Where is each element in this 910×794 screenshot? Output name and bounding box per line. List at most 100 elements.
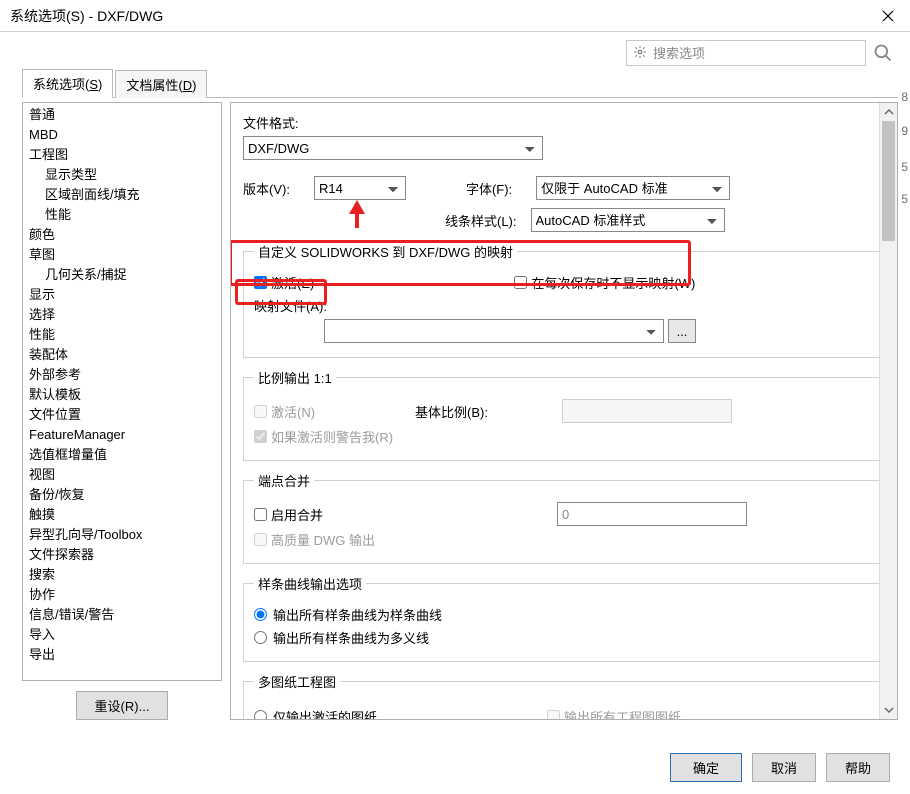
- search-box[interactable]: [626, 40, 866, 66]
- tree-item[interactable]: 异型孔向导/Toolbox: [23, 525, 221, 545]
- scale-warn-input[interactable]: [254, 430, 267, 443]
- tree-item[interactable]: FeatureManager: [23, 425, 221, 445]
- tree-item[interactable]: 导入: [23, 625, 221, 645]
- version-font-row: 版本(V): R14 字体(F): 仅限于 AutoCAD 标准: [243, 176, 885, 200]
- tree-item[interactable]: 装配体: [23, 345, 221, 365]
- tab-hotkey: S: [89, 77, 98, 92]
- close-button[interactable]: [866, 0, 910, 32]
- tree-item[interactable]: 触摸: [23, 505, 221, 525]
- tree-item[interactable]: 显示: [23, 285, 221, 305]
- tree-item[interactable]: MBD: [23, 125, 221, 145]
- multisheet-group: 多图纸工程图 仅输出激活的图纸 输出所有工程图图纸: [243, 672, 885, 720]
- scroll-up-button[interactable]: [880, 103, 897, 121]
- tree-item[interactable]: 默认模板: [23, 385, 221, 405]
- tree-item[interactable]: 显示类型: [23, 165, 221, 185]
- spline-opt2-label: 输出所有样条曲线为多义线: [273, 628, 429, 647]
- tree-item[interactable]: 选择: [23, 305, 221, 325]
- tree-item[interactable]: 性能: [23, 205, 221, 225]
- search-button[interactable]: [868, 40, 898, 66]
- scale-base-select[interactable]: [562, 399, 732, 423]
- close-icon: [882, 10, 894, 22]
- dialog-footer: 确定 取消 帮助: [670, 753, 890, 782]
- tree-item[interactable]: 视图: [23, 465, 221, 485]
- multisheet-row: 仅输出激活的图纸 输出所有工程图图纸: [254, 703, 874, 720]
- scale-base-label: 基体比例(B):: [415, 402, 488, 421]
- left-pane: 普通 MBD 工程图 显示类型 区域剖面线/填充 性能 颜色 草图 几何关系/捕…: [22, 102, 222, 720]
- tree-item[interactable]: 导出: [23, 645, 221, 665]
- search-icon: [873, 43, 893, 63]
- multisheet-chk[interactable]: 输出所有工程图图纸: [547, 707, 681, 720]
- version-label: 版本(V):: [243, 179, 290, 198]
- multisheet-opt1-input[interactable]: [254, 710, 267, 720]
- multisheet-opt1-radio[interactable]: 仅输出激活的图纸: [254, 707, 377, 720]
- endpoint-enable-input[interactable]: [254, 508, 267, 521]
- tab-hotkey: D: [183, 78, 192, 93]
- spline-opt1-input[interactable]: [254, 608, 267, 621]
- help-button[interactable]: 帮助: [826, 753, 890, 782]
- tree-item[interactable]: 草图: [23, 245, 221, 265]
- tree-item[interactable]: 外部参考: [23, 365, 221, 385]
- noshow-checkbox[interactable]: 在每次保存时不显示映射(W): [514, 273, 695, 292]
- version-select[interactable]: R14: [314, 176, 406, 200]
- spline-opt1-radio[interactable]: 输出所有样条曲线为样条曲线: [254, 605, 874, 624]
- tree-item[interactable]: 文件位置: [23, 405, 221, 425]
- fileformat-label: 文件格式:: [243, 113, 299, 132]
- tree-item[interactable]: 备份/恢复: [23, 485, 221, 505]
- endpoint-hq-input[interactable]: [254, 533, 267, 546]
- tree-item[interactable]: 搜索: [23, 565, 221, 585]
- tree-item[interactable]: 区域剖面线/填充: [23, 185, 221, 205]
- scroll-down-button[interactable]: [880, 701, 897, 719]
- activate-checkbox[interactable]: 激活(E): [254, 273, 314, 292]
- search-input[interactable]: [627, 42, 865, 64]
- scale-warn-label: 如果激活则警告我(R): [271, 427, 393, 446]
- tree-item[interactable]: 选值框增量值: [23, 445, 221, 465]
- scale-activate-label: 激活(N): [271, 402, 315, 421]
- endpoint-row2: 高质量 DWG 输出: [254, 530, 874, 549]
- ok-button[interactable]: 确定: [670, 753, 742, 782]
- activate-checkbox-input[interactable]: [254, 276, 267, 289]
- bg-number: 5: [901, 192, 908, 206]
- endpoint-hq-checkbox[interactable]: 高质量 DWG 输出: [254, 530, 375, 549]
- mapping-file-select[interactable]: [324, 319, 664, 343]
- category-tree[interactable]: 普通 MBD 工程图 显示类型 区域剖面线/填充 性能 颜色 草图 几何关系/捕…: [22, 102, 222, 681]
- cancel-button[interactable]: 取消: [752, 753, 816, 782]
- tree-item[interactable]: 协作: [23, 585, 221, 605]
- endpoint-enable-label: 启用合并: [271, 505, 323, 524]
- tab-system-options[interactable]: 系统选项(S): [22, 69, 113, 98]
- scale-warn-checkbox[interactable]: 如果激活则警告我(R): [254, 427, 393, 446]
- bg-number: 8: [901, 90, 908, 104]
- linestyle-label: 线条样式(L):: [445, 211, 517, 230]
- mapping-group: 自定义 SOLIDWORKS 到 DXF/DWG 的映射 激活(E) 在每次保存…: [243, 242, 885, 358]
- scale-activate-input[interactable]: [254, 405, 267, 418]
- endpoint-value-input[interactable]: [557, 502, 747, 526]
- endpoint-hq-label: 高质量 DWG 输出: [271, 530, 375, 549]
- tree-item[interactable]: 普通: [23, 105, 221, 125]
- noshow-checkbox-label: 在每次保存时不显示映射(W): [531, 273, 695, 292]
- tree-item[interactable]: 工程图: [23, 145, 221, 165]
- mapping-checks-row: 激活(E) 在每次保存时不显示映射(W): [254, 273, 874, 292]
- bg-number: 5: [901, 160, 908, 174]
- endpoint-enable-checkbox[interactable]: 启用合并: [254, 505, 323, 524]
- tree-item[interactable]: 颜色: [23, 225, 221, 245]
- spline-opt2-radio[interactable]: 输出所有样条曲线为多义线: [254, 628, 874, 647]
- tab-document-properties[interactable]: 文档属性(D): [115, 70, 207, 98]
- tree-item[interactable]: 信息/错误/警告: [23, 605, 221, 625]
- linestyle-select[interactable]: AutoCAD 标准样式: [531, 208, 725, 232]
- scale-activate-checkbox[interactable]: 激活(N): [254, 402, 315, 421]
- scroll-thumb[interactable]: [882, 121, 895, 241]
- browse-button[interactable]: ...: [668, 319, 696, 343]
- reset-button[interactable]: 重设(R)...: [76, 691, 169, 720]
- mapping-file-row: 映射文件(A):: [254, 296, 874, 315]
- tree-item[interactable]: 性能: [23, 325, 221, 345]
- tree-item[interactable]: 几何关系/捕捉: [23, 265, 221, 285]
- spline-opt2-input[interactable]: [254, 631, 267, 644]
- fileformat-select[interactable]: DXF/DWG: [243, 136, 543, 160]
- vertical-scrollbar[interactable]: [879, 103, 897, 719]
- window-title: 系统选项(S) - DXF/DWG: [10, 6, 163, 26]
- endpoint-legend: 端点合并: [254, 471, 314, 490]
- tree-item[interactable]: 文件探索器: [23, 545, 221, 565]
- multisheet-chk-input[interactable]: [547, 710, 560, 720]
- noshow-checkbox-input[interactable]: [514, 276, 527, 289]
- right-inner: 文件格式: DXF/DWG 版本(V): R14 字体(F): 仅限于 Auto…: [231, 103, 897, 720]
- font-select[interactable]: 仅限于 AutoCAD 标准: [536, 176, 730, 200]
